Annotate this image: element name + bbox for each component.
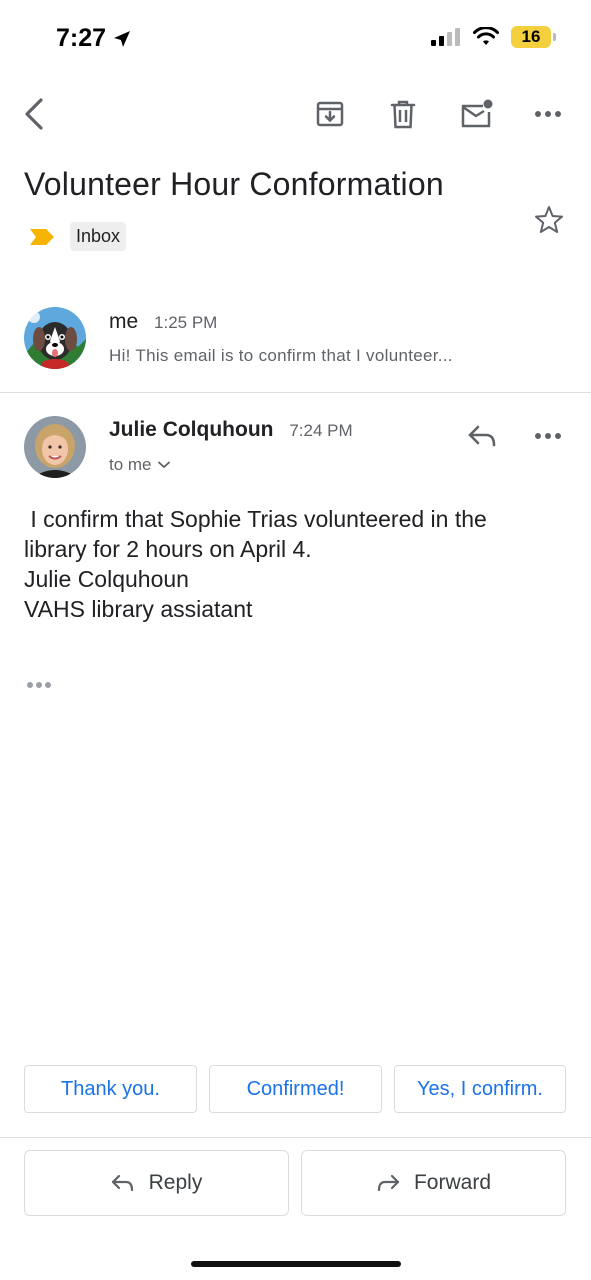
chevron-down-icon	[157, 461, 170, 469]
battery-indicator: 16	[511, 26, 556, 48]
sender-name: Julie Colquhoun	[109, 418, 274, 441]
status-indicators: 16	[431, 26, 556, 48]
recipient-details-toggle[interactable]: to me	[109, 455, 170, 475]
body-line: VAHS library assiatant	[24, 596, 253, 622]
mark-unread-button[interactable]	[454, 92, 498, 136]
action-row: Reply Forward	[24, 1150, 566, 1216]
sender-name: me	[109, 310, 139, 333]
divider	[0, 1137, 591, 1138]
forward-button[interactable]: Forward	[301, 1150, 566, 1216]
body-line: Julie Colquhoun	[24, 566, 189, 592]
sender-name-row: Julie Colquhoun 7:24 PM	[109, 418, 353, 442]
more-options-button[interactable]	[526, 92, 570, 136]
star-icon	[535, 206, 563, 233]
person-avatar-icon	[24, 416, 86, 478]
trash-icon	[390, 100, 416, 129]
smart-reply-chip[interactable]: Thank you.	[24, 1065, 197, 1113]
show-trimmed-content-button[interactable]	[26, 676, 52, 694]
reply-label: Reply	[148, 1171, 203, 1194]
collapsed-message[interactable]: me 1:25 PM Hi! This email is to confirm …	[0, 300, 591, 392]
ellipsis-icon	[27, 682, 51, 688]
body-line: library for 2 hours on April 4.	[24, 536, 312, 562]
message-body: I confirm that Sophie Trias volunteered …	[24, 504, 564, 624]
star-button[interactable]	[533, 204, 565, 241]
inbox-label-chip[interactable]: Inbox	[70, 222, 127, 251]
forward-icon	[377, 1174, 400, 1192]
smart-reply-chip[interactable]: Confirmed!	[209, 1065, 382, 1113]
back-button[interactable]	[12, 92, 56, 136]
smart-reply-chip[interactable]: Yes, I confirm.	[394, 1065, 566, 1113]
archive-button[interactable]	[308, 92, 352, 136]
reply-button[interactable]: Reply	[24, 1150, 289, 1216]
delete-button[interactable]	[381, 92, 425, 136]
clock-text: 7:27	[56, 24, 107, 52]
label-row: Inbox	[28, 222, 127, 251]
message-time: 1:25 PM	[154, 313, 218, 332]
signal-icon	[431, 28, 460, 46]
reply-icon	[111, 1174, 133, 1192]
message-more-button[interactable]	[526, 414, 570, 458]
recipient-text: to me	[109, 455, 152, 474]
toolbar	[0, 92, 591, 136]
home-indicator[interactable]	[191, 1261, 401, 1267]
message-snippet: Hi! This email is to confirm that I volu…	[109, 346, 453, 365]
importance-marker-icon[interactable]	[28, 227, 56, 247]
collapsed-sender-row: me 1:25 PM	[109, 310, 217, 334]
more-icon	[535, 111, 561, 117]
body-line: I confirm that Sophie Trias volunteered …	[24, 506, 487, 532]
reply-quick-button[interactable]	[460, 414, 504, 458]
archive-icon	[316, 101, 344, 127]
back-arrow-icon	[25, 98, 43, 130]
mark-unread-icon	[461, 99, 493, 128]
avatar	[24, 416, 86, 478]
avatar	[24, 307, 86, 369]
divider	[0, 392, 591, 393]
dog-avatar-icon	[24, 307, 86, 369]
battery-level: 16	[521, 27, 541, 46]
message-time: 7:24 PM	[289, 421, 353, 440]
forward-label: Forward	[413, 1171, 492, 1194]
gmail-screen: 7:27 16 Volunteer Hour Conformation Inbo…	[0, 0, 591, 1280]
wifi-icon	[473, 27, 499, 45]
location-arrow-icon	[114, 30, 131, 47]
email-subject: Volunteer Hour Conformation	[24, 166, 444, 202]
reply-icon	[468, 425, 496, 447]
smart-reply-row: Thank you. Confirmed! Yes, I confirm.	[24, 1065, 566, 1113]
status-time: 7:27	[56, 24, 132, 53]
more-icon	[535, 433, 561, 439]
